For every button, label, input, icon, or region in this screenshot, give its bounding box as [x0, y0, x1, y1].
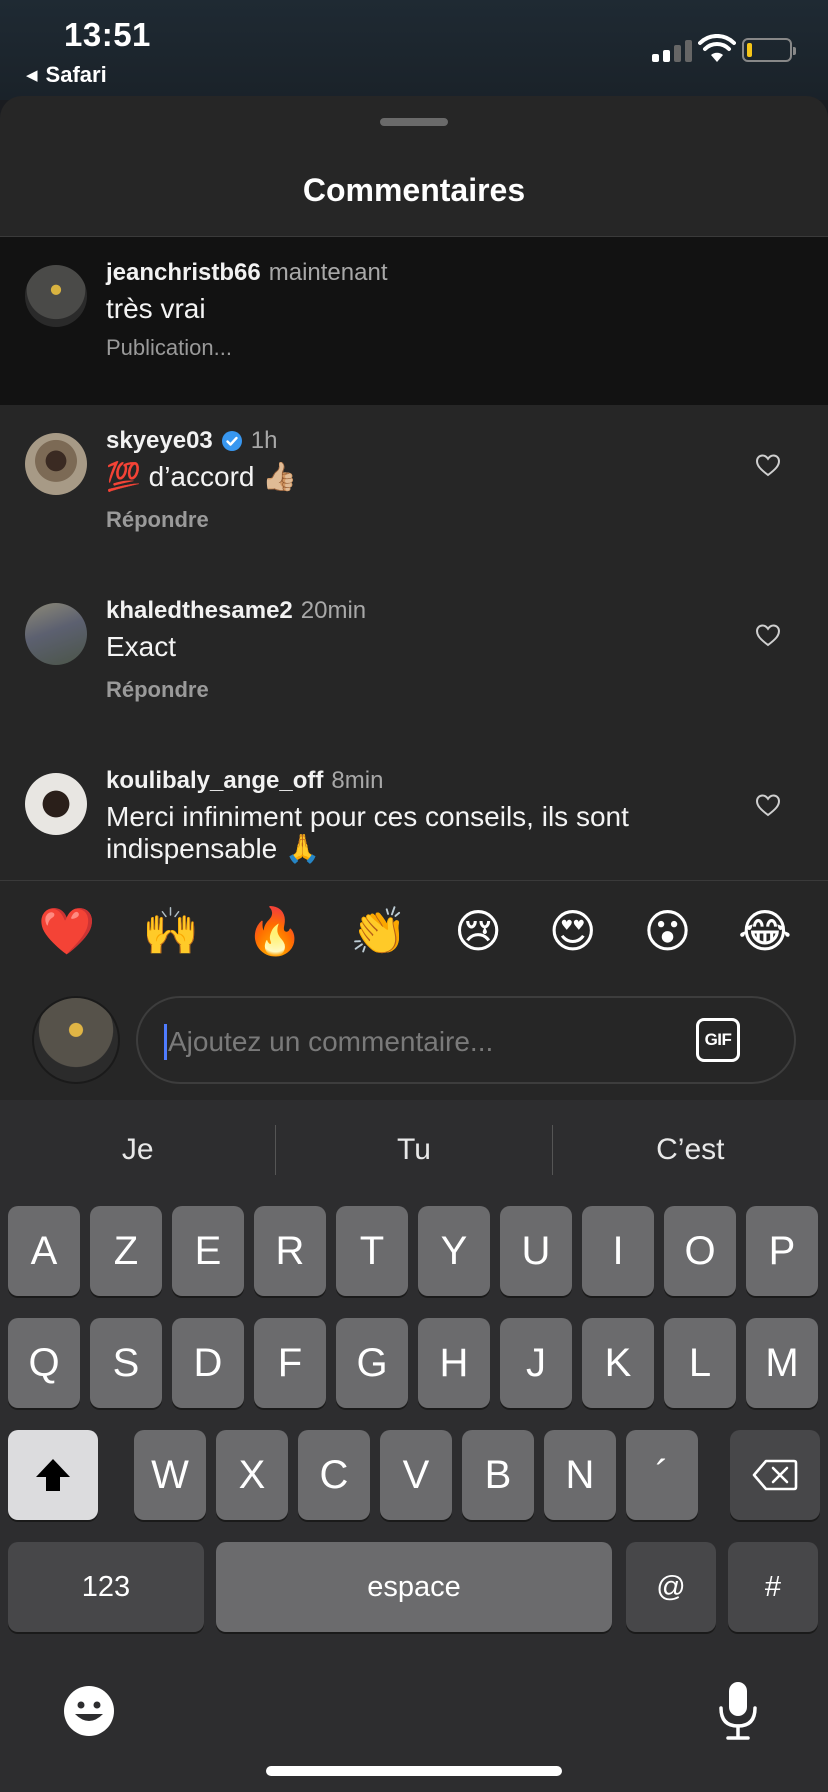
- avatar[interactable]: [25, 433, 87, 495]
- like-heart-icon[interactable]: [755, 453, 781, 477]
- predictive-text-bar: Je Tu C’est: [0, 1100, 828, 1200]
- avatar[interactable]: [25, 265, 87, 327]
- avatar[interactable]: [25, 773, 87, 835]
- avatar[interactable]: [25, 603, 87, 665]
- key-h[interactable]: H: [418, 1318, 490, 1408]
- key-p[interactable]: P: [746, 1206, 818, 1296]
- shift-key[interactable]: [8, 1430, 98, 1520]
- emoji-raised-hands-button[interactable]: 🙌: [142, 908, 199, 954]
- sheet-grabber[interactable]: [380, 118, 448, 126]
- comment-text: Exact: [106, 631, 177, 662]
- comment-meta: skyeye03 1h: [106, 427, 277, 455]
- comment-item[interactable]: skyeye03 1h 💯 d’accord 👍🏼 Répondre: [0, 405, 828, 575]
- comment-meta: koulibaly_ange_off 8min: [106, 767, 383, 795]
- key-c[interactable]: C: [298, 1430, 370, 1520]
- reply-button[interactable]: Répondre: [106, 677, 209, 703]
- text-caret: [164, 1024, 167, 1060]
- verified-badge-icon: [221, 431, 242, 451]
- gif-button[interactable]: GIF: [696, 1018, 740, 1062]
- clock: 13:51: [64, 16, 151, 53]
- space-key[interactable]: espace: [216, 1542, 612, 1632]
- comment-time: maintenant: [268, 259, 388, 286]
- key-i[interactable]: I: [582, 1206, 654, 1296]
- emoji-fire-button[interactable]: 🔥: [246, 908, 303, 954]
- key-a[interactable]: A: [8, 1206, 80, 1296]
- shift-arrow-icon: [36, 1459, 70, 1491]
- like-heart-icon[interactable]: [755, 793, 781, 817]
- wifi-icon: [698, 34, 736, 62]
- comment-text: 💯 d’accord 👍🏼: [106, 461, 298, 492]
- key-e[interactable]: E: [172, 1206, 244, 1296]
- key-s[interactable]: S: [90, 1318, 162, 1408]
- comment-username[interactable]: skyeye03: [106, 427, 213, 455]
- comment-username[interactable]: koulibaly_ange_off: [106, 767, 323, 795]
- key-o[interactable]: O: [664, 1206, 736, 1296]
- hash-key[interactable]: #: [728, 1542, 818, 1632]
- prediction-suggestion[interactable]: Tu: [276, 1133, 551, 1167]
- comment-item[interactable]: koulibaly_ange_off 8min Merci infiniment…: [0, 745, 828, 880]
- reply-button[interactable]: Répondre: [106, 507, 209, 533]
- key-r[interactable]: R: [254, 1206, 326, 1296]
- key-b[interactable]: B: [462, 1430, 534, 1520]
- backspace-key[interactable]: [730, 1430, 820, 1520]
- key-v[interactable]: V: [380, 1430, 452, 1520]
- prediction-suggestion[interactable]: C’est: [553, 1133, 828, 1167]
- like-heart-icon[interactable]: [755, 623, 781, 647]
- back-app-label: Safari: [45, 62, 107, 87]
- key-k[interactable]: K: [582, 1318, 654, 1408]
- key-g[interactable]: G: [336, 1318, 408, 1408]
- emoji-surprised-button[interactable]: 😮: [643, 908, 691, 954]
- key-m[interactable]: M: [746, 1318, 818, 1408]
- comment-item[interactable]: jeanchristb66 maintenant très vrai Publi…: [0, 237, 828, 405]
- key-f[interactable]: F: [254, 1318, 326, 1408]
- sheet-title: Commentaires: [302, 172, 526, 208]
- status-bar: 13:51 ◀ Safari: [0, 0, 828, 100]
- comment-text: Merci infiniment pour ces conseils, ils …: [106, 801, 629, 864]
- battery-icon: [742, 38, 796, 62]
- back-to-app-button[interactable]: ◀ Safari: [26, 62, 107, 88]
- keyboard: Je Tu C’est A Z E R T Y U I O P Q S D F …: [0, 1100, 828, 1792]
- key-l[interactable]: L: [664, 1318, 736, 1408]
- key-x[interactable]: X: [216, 1430, 288, 1520]
- key-acute-accent[interactable]: ´: [626, 1430, 698, 1520]
- comment-input-placeholder: Ajoutez un commentaire...: [168, 1026, 494, 1057]
- emoji-crying-button[interactable]: 😢: [454, 908, 502, 954]
- comment-input[interactable]: Ajoutez un commentaire... GIF: [136, 996, 796, 1084]
- key-j[interactable]: J: [500, 1318, 572, 1408]
- back-arrow-icon: ◀: [26, 67, 38, 84]
- comment-meta: khaledthesame2 20min: [106, 597, 366, 625]
- numbers-key[interactable]: 123: [8, 1542, 204, 1632]
- posting-status: Publication...: [106, 335, 232, 360]
- comment-time: 1h: [250, 427, 278, 454]
- emoji-heart-eyes-button[interactable]: 😍: [549, 908, 597, 954]
- comment-username[interactable]: jeanchristb66: [106, 259, 261, 287]
- key-q[interactable]: Q: [8, 1318, 80, 1408]
- current-user-avatar: [32, 996, 120, 1084]
- home-indicator[interactable]: [266, 1766, 562, 1776]
- comment-text: très vrai: [106, 293, 206, 324]
- emoji-keyboard-icon[interactable]: [62, 1684, 116, 1738]
- comment-meta: jeanchristb66 maintenant: [106, 259, 387, 287]
- key-z[interactable]: Z: [90, 1206, 162, 1296]
- prediction-suggestion[interactable]: Je: [0, 1133, 275, 1167]
- keyboard-bottom-bar: [0, 1670, 828, 1770]
- comment-time: 8min: [331, 767, 384, 794]
- emoji-heart-button[interactable]: ❤️: [38, 908, 95, 954]
- key-t[interactable]: T: [336, 1206, 408, 1296]
- comment-item[interactable]: khaledthesame2 20min Exact Répondre: [0, 575, 828, 745]
- backspace-icon: [752, 1459, 798, 1491]
- key-n[interactable]: N: [544, 1430, 616, 1520]
- microphone-icon[interactable]: [716, 1680, 760, 1742]
- key-d[interactable]: D: [172, 1318, 244, 1408]
- key-w[interactable]: W: [134, 1430, 206, 1520]
- emoji-reaction-bar: ❤️ 🙌 🔥 👏 😢 😍 😮 😂: [0, 880, 828, 980]
- key-y[interactable]: Y: [418, 1206, 490, 1296]
- cellular-signal-icon: [652, 38, 692, 62]
- comment-time: 20min: [300, 597, 367, 624]
- emoji-clap-button[interactable]: 👏: [350, 908, 407, 954]
- emoji-laughing-button[interactable]: 😂: [738, 908, 792, 954]
- at-key[interactable]: @: [626, 1542, 716, 1632]
- key-u[interactable]: U: [500, 1206, 572, 1296]
- comment-username[interactable]: khaledthesame2: [106, 597, 293, 625]
